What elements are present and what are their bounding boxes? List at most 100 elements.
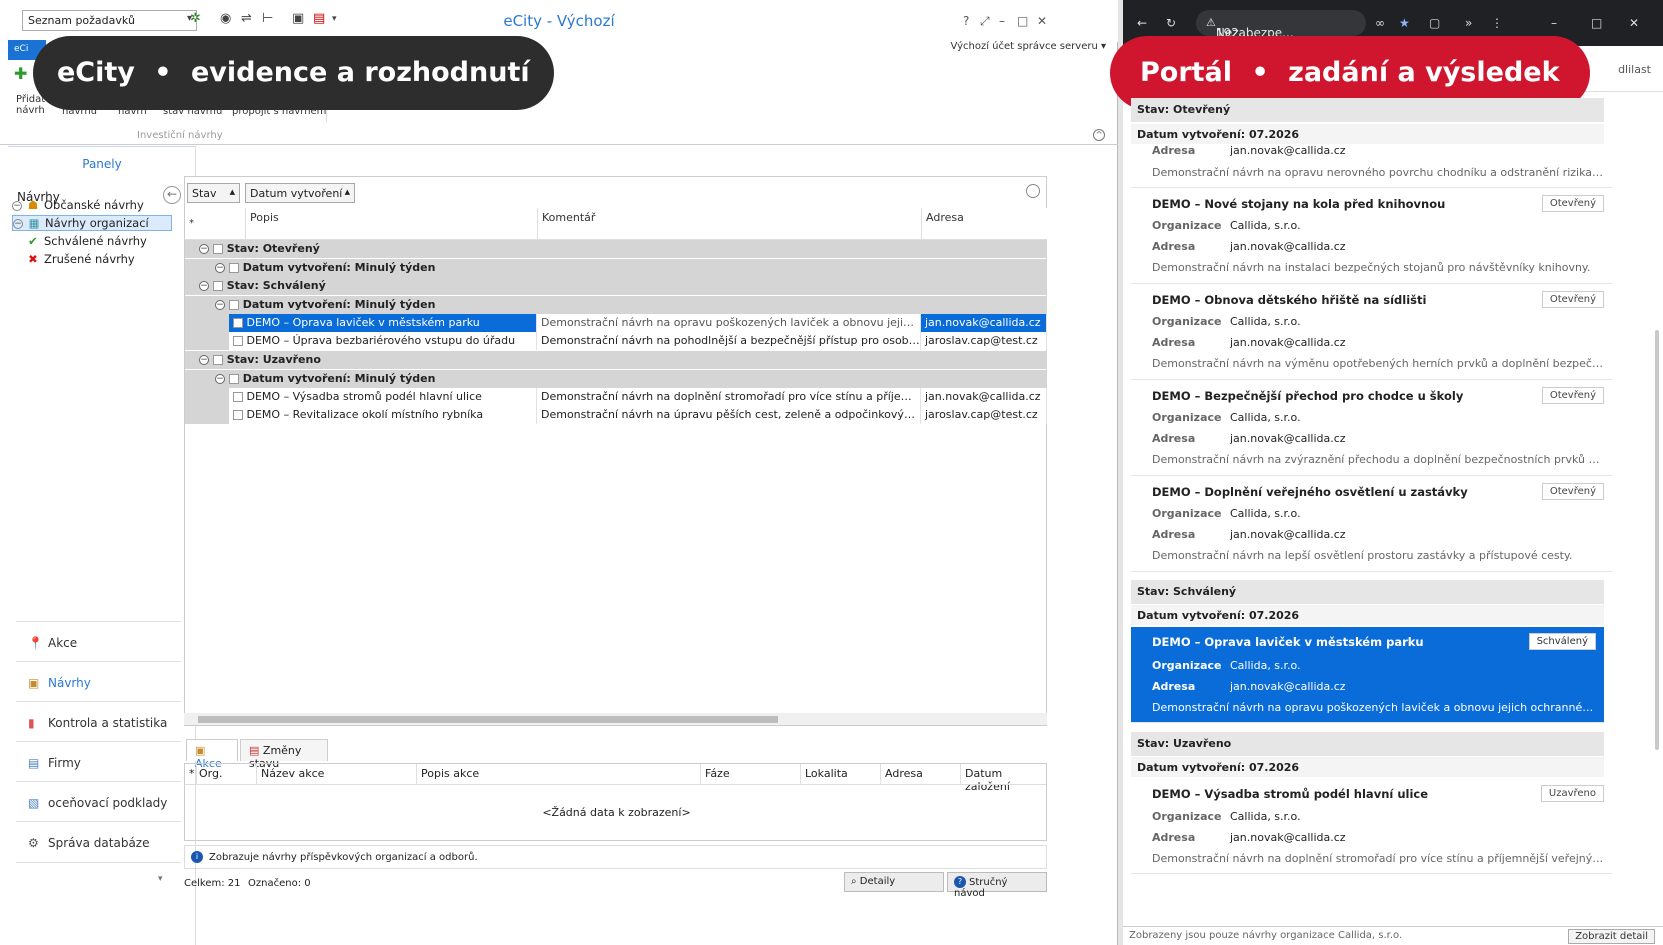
overlay-bullet: • bbox=[154, 57, 172, 88]
check-icon: ✔ bbox=[28, 234, 38, 248]
group-checkbox[interactable] bbox=[228, 300, 239, 310]
proposal-card-selected[interactable]: DEMO – Oprava laviček v městském parku S… bbox=[1131, 627, 1604, 723]
proposals-grid: Stav Datum vytvoření * Popis Komentář Ad… bbox=[184, 176, 1047, 726]
table-row[interactable]: DEMO – Revitalizace okolí místního rybní… bbox=[185, 406, 1047, 424]
bookmark-star-icon[interactable]: ★ bbox=[1399, 16, 1410, 30]
collapse-icon[interactable]: − bbox=[199, 244, 209, 254]
nav-button-akce[interactable]: 📍 Akce bbox=[16, 621, 181, 663]
column-faze[interactable]: Fáze bbox=[701, 764, 801, 784]
table-row[interactable]: DEMO – Oprava laviček v městském parku D… bbox=[185, 314, 1047, 332]
details-button[interactable]: ⌕ Detaily bbox=[844, 872, 944, 892]
status-badge: Otevřený bbox=[1541, 387, 1604, 404]
group-row-schvaleny[interactable]: − Stav: Schválený bbox=[185, 277, 1047, 295]
expand-icon[interactable]: − bbox=[12, 200, 22, 211]
table-row[interactable]: DEMO – Výsadba stromů podél hlavní ulice… bbox=[185, 388, 1047, 406]
column-org[interactable]: Org. bbox=[195, 764, 257, 784]
group-checkbox[interactable] bbox=[212, 281, 223, 291]
group-checkbox[interactable] bbox=[228, 374, 239, 384]
restore-icon[interactable]: ⤢ bbox=[980, 14, 990, 29]
more-tabs-icon[interactable]: » bbox=[1465, 16, 1472, 30]
back-icon[interactable]: ← bbox=[1137, 16, 1147, 30]
help-button[interactable]: ? bbox=[963, 14, 969, 28]
panels-header[interactable]: Panely bbox=[8, 146, 196, 176]
column-adresa[interactable]: Adresa bbox=[881, 764, 961, 784]
horizontal-scrollbar[interactable] bbox=[184, 713, 1047, 725]
portal-header-link[interactable]: dlilast bbox=[1618, 63, 1651, 76]
organizace-value: Callida, s.r.o. bbox=[1230, 810, 1301, 823]
group-by-datum[interactable]: Datum vytvoření bbox=[245, 183, 355, 203]
tree-item-cancelled[interactable]: ✖ Zrušené návrhy bbox=[26, 252, 135, 266]
vertical-scrollbar[interactable] bbox=[1653, 100, 1661, 920]
close-button[interactable]: ✕ bbox=[1629, 16, 1639, 30]
reload-icon[interactable]: ↻ bbox=[1166, 16, 1176, 30]
row-checkbox[interactable] bbox=[233, 392, 243, 402]
app-title: eCity - Výchozí bbox=[503, 12, 615, 30]
group-checkbox[interactable] bbox=[212, 244, 223, 254]
group-checkbox[interactable] bbox=[228, 263, 239, 273]
proposal-card[interactable]: DEMO – Nové stojany na kola před knihovn… bbox=[1131, 189, 1612, 284]
tree-item-organizations[interactable]: − ▦ Návrhy organizací bbox=[12, 215, 172, 231]
extension-icon[interactable]: ▢ bbox=[1429, 16, 1440, 30]
table-row[interactable]: DEMO – Úprava bezbariérového vstupu do ú… bbox=[185, 332, 1047, 350]
proposal-card[interactable]: DEMO – Obnova dětského hřiště na sídlišt… bbox=[1131, 285, 1612, 380]
nav-button-firmy[interactable]: ▤ Firmy bbox=[16, 741, 181, 783]
nav-button-sprava[interactable]: ⚙ Správa databáze bbox=[16, 821, 181, 863]
tree-item-citizens[interactable]: − ☗ Občanské návrhy bbox=[12, 198, 144, 212]
column-komentar[interactable]: Komentář bbox=[537, 208, 921, 240]
guide-button[interactable]: ? Stručný návod bbox=[947, 872, 1047, 899]
expand-icon[interactable]: − bbox=[13, 218, 23, 229]
search-icon[interactable] bbox=[1026, 184, 1040, 198]
firm-icon: ▤ bbox=[28, 756, 40, 770]
column-lokalita[interactable]: Lokalita bbox=[801, 764, 881, 784]
maximize-button[interactable]: □ bbox=[1017, 14, 1028, 28]
collapse-icon[interactable]: − bbox=[215, 263, 225, 273]
proposal-card-partial[interactable]: Adresa jan.novak@callida.cz Demonstrační… bbox=[1131, 144, 1612, 188]
column-popis-akce[interactable]: Popis akce bbox=[417, 764, 701, 784]
minimize-button[interactable]: – bbox=[999, 14, 1005, 28]
row-checkbox[interactable] bbox=[233, 410, 243, 420]
collapse-icon[interactable]: − bbox=[199, 281, 209, 291]
group-checkbox[interactable] bbox=[212, 355, 223, 365]
close-button[interactable]: ✕ bbox=[1037, 14, 1047, 28]
scrollbar-thumb[interactable] bbox=[198, 716, 778, 723]
add-proposal-button[interactable]: Přidat návrh bbox=[16, 94, 45, 116]
tree-item-approved[interactable]: ✔ Schválené návrhy bbox=[26, 234, 147, 248]
group-by-stav[interactable]: Stav bbox=[187, 183, 240, 203]
row-checkbox[interactable] bbox=[233, 336, 243, 346]
row-checkbox[interactable] bbox=[233, 318, 243, 328]
column-popis[interactable]: Popis bbox=[245, 208, 537, 240]
show-detail-button[interactable]: Zobrazit detail bbox=[1568, 929, 1655, 944]
subgroup-row[interactable]: − Datum vytvoření: Minulý týden bbox=[185, 259, 1047, 277]
nav-button-navrhy[interactable]: ▣ Návrhy bbox=[16, 661, 181, 703]
section-status-header: Stav: Schválený bbox=[1131, 580, 1604, 604]
address-bar[interactable]: ⚠ Nezabezpe... 192.... bbox=[1196, 10, 1366, 36]
collapse-ribbon-icon[interactable]: ^ bbox=[1093, 129, 1105, 141]
proposal-card[interactable]: DEMO – Výsadba stromů podél hlavní ulice… bbox=[1131, 779, 1612, 874]
proposal-card[interactable]: DEMO – Doplnění veřejného osvětlení u za… bbox=[1131, 477, 1612, 572]
subgroup-row[interactable]: − Datum vytvoření: Minulý týden bbox=[185, 370, 1047, 388]
incognito-icon[interactable]: ∞ bbox=[1375, 16, 1385, 30]
add-icon[interactable]: ✚ bbox=[14, 64, 27, 83]
nav-expand-icon[interactable]: ▾ bbox=[158, 874, 163, 884]
collapse-icon[interactable]: − bbox=[215, 374, 225, 384]
collapse-icon[interactable]: − bbox=[199, 355, 209, 365]
column-datum-zalozeni[interactable]: Datum založení bbox=[961, 764, 1047, 793]
group-row-otevreny[interactable]: − Stav: Otevřený bbox=[185, 240, 1047, 258]
column-nazev-akce[interactable]: Název akce bbox=[257, 764, 417, 784]
minimize-button[interactable]: – bbox=[1551, 16, 1557, 30]
proposal-card[interactable]: DEMO – Bezpečnější přechod pro chodce u … bbox=[1131, 381, 1612, 476]
card-title: DEMO – Oprava laviček v městském parku bbox=[1152, 635, 1424, 649]
collapse-icon[interactable]: − bbox=[215, 300, 225, 310]
group-row-uzavreno[interactable]: − Stav: Uzavřeno bbox=[185, 351, 1047, 369]
tab-zmeny-stavu[interactable]: ▤ Změny stavu bbox=[240, 739, 328, 770]
back-icon[interactable]: ← bbox=[163, 186, 181, 204]
adresa-value: jan.novak@callida.cz bbox=[1230, 144, 1346, 157]
nav-button-statistika[interactable]: ▮ Kontrola a statistika bbox=[16, 701, 181, 743]
tab-akce[interactable]: ▣ Akce bbox=[186, 739, 238, 770]
nav-button-podklady[interactable]: ▧ oceňovací podklady bbox=[16, 781, 181, 823]
menu-icon[interactable]: ⋮ bbox=[1491, 16, 1503, 30]
column-adresa[interactable]: Adresa bbox=[921, 208, 1047, 240]
maximize-button[interactable]: □ bbox=[1591, 16, 1602, 30]
scrollbar-thumb[interactable] bbox=[1655, 330, 1659, 750]
subgroup-row[interactable]: − Datum vytvoření: Minulý týden bbox=[185, 296, 1047, 314]
